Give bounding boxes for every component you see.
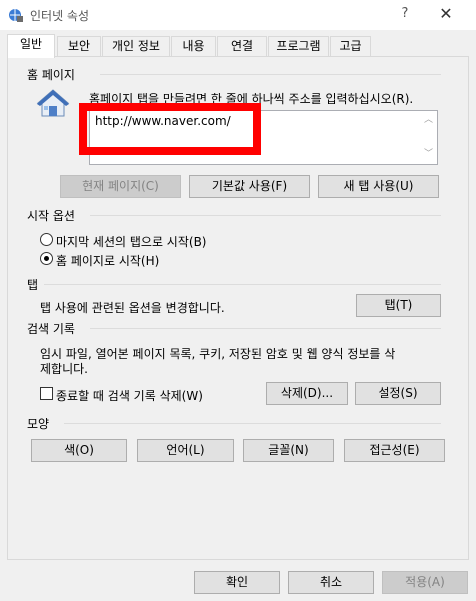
start-home-page-radio[interactable] bbox=[40, 252, 53, 265]
home-page-group-label: 홈 페이지 bbox=[27, 68, 75, 82]
delete-history-on-exit-label[interactable]: 종료할 때 검색 기록 삭제(W) bbox=[56, 387, 203, 404]
start-last-session-label[interactable]: 마지막 세션의 탭으로 시작(B) bbox=[56, 233, 206, 250]
tab-privacy[interactable]: 개인 정보 bbox=[102, 36, 170, 57]
help-button[interactable]: ? bbox=[390, 2, 420, 26]
fonts-button[interactable]: 글꼴(N) bbox=[243, 439, 334, 462]
tabs-settings-button[interactable]: 탭(T) bbox=[356, 294, 441, 317]
close-button[interactable]: ✕ bbox=[426, 2, 466, 26]
history-description-line1: 임시 파일, 열어본 페이지 목록, 쿠키, 저장된 암호 및 웹 양식 정보를… bbox=[40, 347, 396, 361]
colors-button[interactable]: 색(O) bbox=[31, 439, 127, 462]
scroll-down-icon[interactable]: ﹀ bbox=[424, 150, 433, 159]
title-bar: 인터넷 속성 ? ✕ bbox=[0, 0, 476, 30]
appearance-divider bbox=[64, 423, 441, 424]
home-page-divider bbox=[100, 74, 441, 75]
textarea-scrollbar[interactable]: ︿ ﹀ bbox=[420, 111, 437, 164]
delete-history-on-exit-checkbox[interactable] bbox=[40, 387, 53, 400]
start-home-page-label[interactable]: 홈 페이지로 시작(H) bbox=[56, 252, 159, 269]
tab-general[interactable]: 일반 bbox=[7, 34, 55, 58]
window-title: 인터넷 속성 bbox=[30, 9, 90, 23]
startup-divider bbox=[90, 215, 441, 216]
history-divider bbox=[90, 328, 441, 329]
appearance-group-label: 모양 bbox=[27, 417, 50, 431]
history-settings-button[interactable]: 설정(S) bbox=[355, 382, 441, 405]
start-last-session-radio[interactable] bbox=[40, 233, 53, 246]
use-new-tab-button[interactable]: 새 탭 사용(U) bbox=[318, 175, 439, 198]
tab-content[interactable]: 내용 bbox=[171, 36, 216, 57]
tabs-group-label: 탭 bbox=[27, 278, 39, 292]
tab-security[interactable]: 보안 bbox=[57, 36, 101, 57]
ok-button[interactable]: 확인 bbox=[194, 571, 280, 594]
cancel-button[interactable]: 취소 bbox=[288, 571, 374, 594]
tab-advanced[interactable]: 고급 bbox=[330, 36, 371, 57]
tabs-description: 탭 사용에 관련된 옵션을 변경합니다. bbox=[40, 301, 225, 315]
history-description-line2: 제합니다. bbox=[40, 362, 88, 376]
home-icon bbox=[36, 89, 70, 117]
startup-group-label: 시작 옵션 bbox=[27, 209, 75, 223]
delete-history-button[interactable]: 삭제(D)... bbox=[266, 382, 348, 405]
tab-programs[interactable]: 프로그램 bbox=[268, 36, 329, 57]
tab-connections[interactable]: 연결 bbox=[217, 36, 267, 57]
history-group-label: 검색 기록 bbox=[27, 322, 75, 336]
tabs-divider bbox=[44, 284, 441, 285]
use-default-button[interactable]: 기본값 사용(F) bbox=[189, 175, 310, 198]
use-current-button[interactable]: 현재 페이지(C) bbox=[60, 175, 181, 198]
apply-button[interactable]: 적용(A) bbox=[382, 571, 468, 594]
accessibility-button[interactable]: 접근성(E) bbox=[344, 439, 445, 462]
scroll-up-icon[interactable]: ︿ bbox=[424, 116, 433, 125]
languages-button[interactable]: 언어(L) bbox=[137, 439, 234, 462]
internet-options-icon bbox=[9, 9, 23, 22]
highlight-box bbox=[79, 103, 261, 155]
